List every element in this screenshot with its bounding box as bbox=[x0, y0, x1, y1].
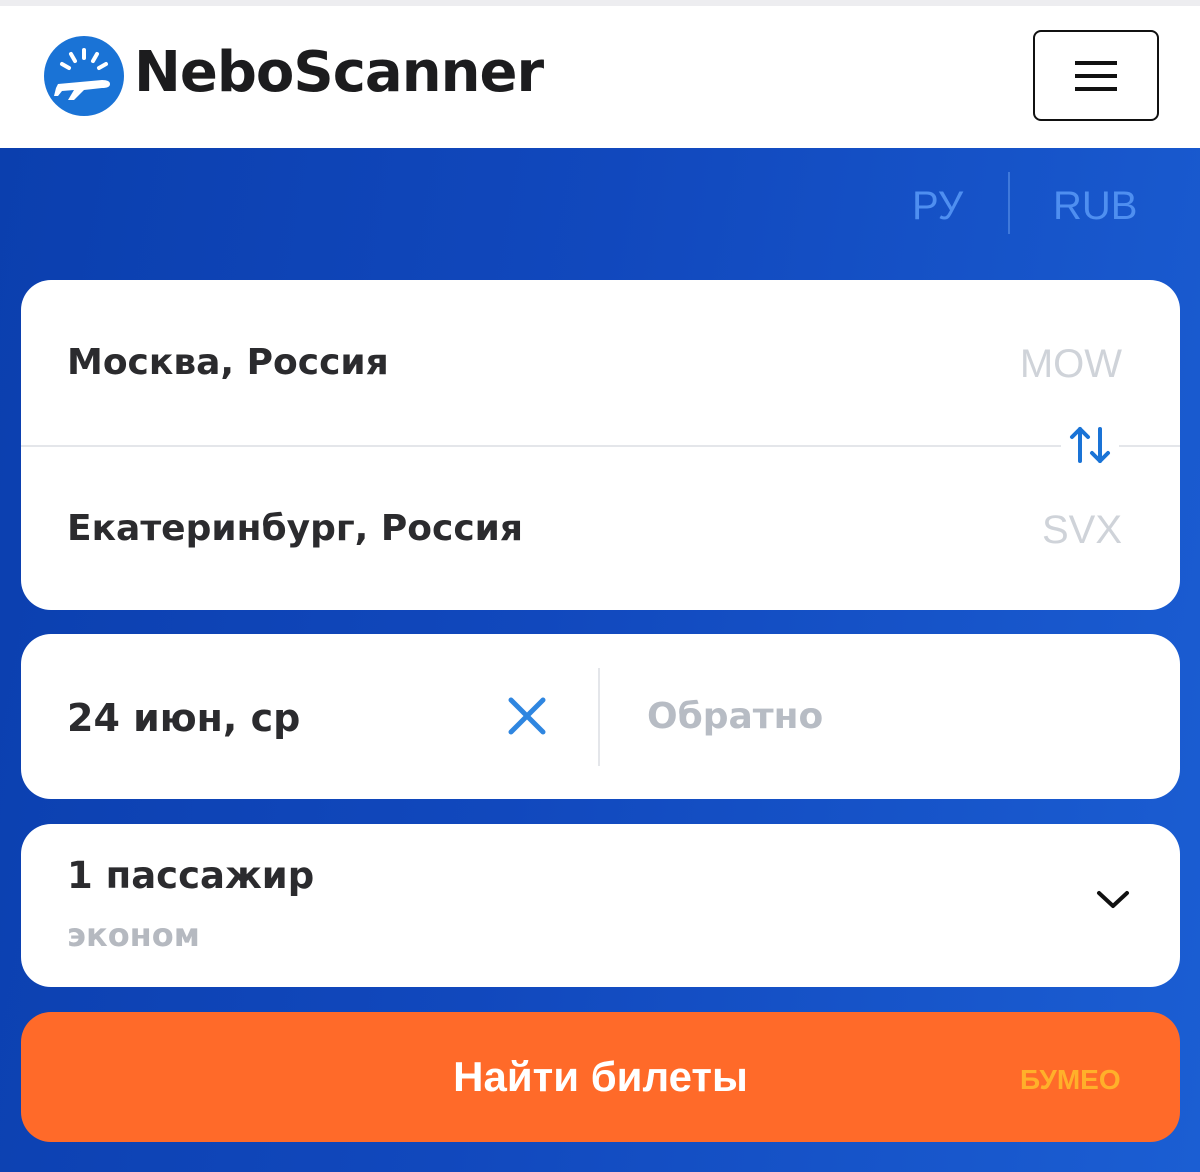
chevron-down-icon[interactable] bbox=[1093, 884, 1133, 914]
dates-divider bbox=[598, 668, 600, 766]
route-divider bbox=[21, 445, 1180, 447]
passenger-count: 1 пассажир bbox=[67, 854, 315, 897]
airplane-sun-icon[interactable] bbox=[44, 36, 124, 116]
clear-date-button[interactable] bbox=[505, 694, 549, 738]
depart-date-field[interactable]: 24 июн, ср bbox=[67, 696, 300, 740]
dates-card: 24 июн, ср Обратно bbox=[21, 634, 1180, 799]
cabin-class: эконом bbox=[67, 916, 200, 954]
return-date-field[interactable]: Обратно bbox=[647, 696, 823, 737]
destination-code: SVX bbox=[1041, 508, 1122, 552]
settings-divider bbox=[1008, 172, 1010, 234]
currency-switch[interactable]: RUB bbox=[1053, 184, 1137, 229]
hamburger-menu-icon bbox=[1075, 60, 1117, 91]
language-switch[interactable]: РУ bbox=[912, 184, 963, 229]
watermark: БУМЕО bbox=[1020, 1064, 1121, 1095]
swap-arrows-icon bbox=[1070, 427, 1110, 463]
site-header: NeboScanner bbox=[0, 6, 1200, 148]
origin-field[interactable]: Москва, Россия bbox=[67, 342, 389, 383]
swap-button[interactable] bbox=[1061, 422, 1119, 468]
passengers-card[interactable]: 1 пассажир эконом bbox=[21, 824, 1180, 987]
brand-name[interactable]: NeboScanner bbox=[134, 40, 544, 105]
find-tickets-button[interactable]: Найти билеты bbox=[21, 1012, 1180, 1142]
hamburger-menu-button[interactable] bbox=[1033, 30, 1159, 121]
origin-code: MOW bbox=[1019, 342, 1122, 386]
route-card: Москва, Россия MOW Екатеринбург, Россия … bbox=[21, 280, 1180, 610]
find-tickets-label: Найти билеты bbox=[453, 1053, 748, 1100]
close-icon bbox=[508, 697, 546, 735]
destination-field[interactable]: Екатеринбург, Россия bbox=[67, 508, 523, 549]
search-hero: РУ RUB Москва, Россия MOW Екатеринбург, … bbox=[0, 148, 1200, 1172]
